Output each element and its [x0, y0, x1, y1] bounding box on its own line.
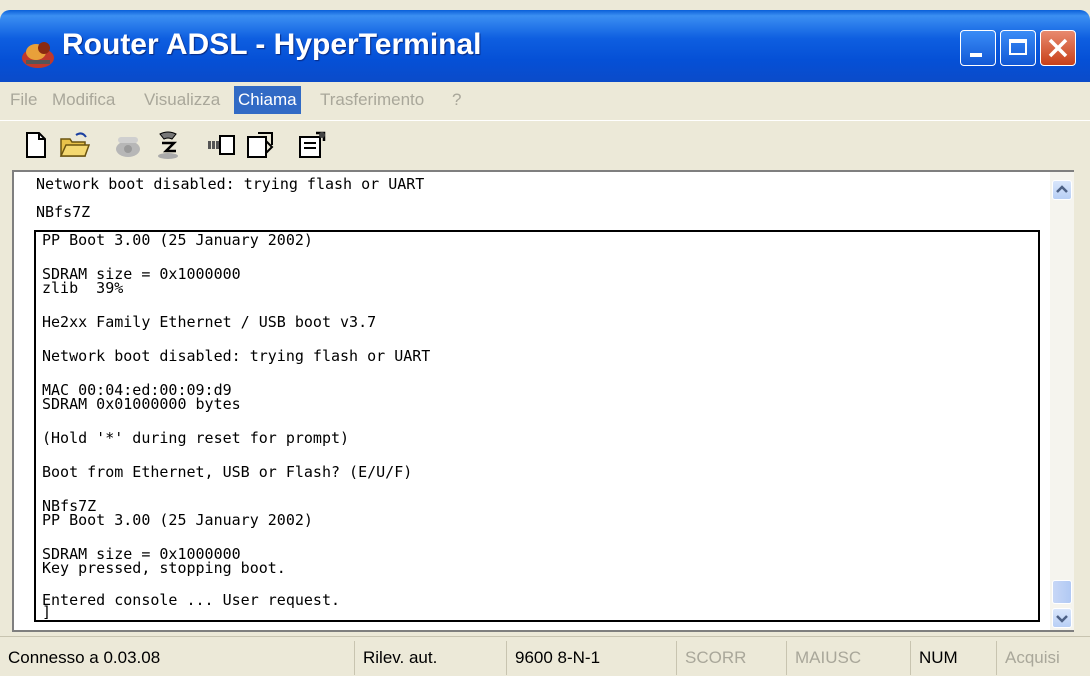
console-line: (Hold '*' during reset for prompt)	[42, 429, 350, 447]
status-scroll: SCORR	[676, 641, 786, 675]
hyperterminal-app-icon[interactable]	[18, 34, 58, 74]
call-phone-icon[interactable]	[112, 129, 144, 161]
receive-icon[interactable]	[244, 129, 276, 161]
minimize-icon	[970, 53, 982, 57]
send-icon[interactable]	[206, 129, 238, 161]
hyperterminal-window: Router ADSL - HyperTerminal File Modific…	[0, 0, 1090, 676]
menu-bar: File Modifica Visualizza Chiama Trasferi…	[0, 82, 1090, 118]
menu-visualizza[interactable]: Visualizza	[140, 86, 224, 114]
vertical-scrollbar[interactable]	[1050, 172, 1074, 630]
status-bar: Connesso a 0.03.08 Rilev. aut. 9600 8-N-…	[0, 636, 1090, 676]
console-line: Entered console ... User request.	[42, 591, 341, 609]
menu-trasferimento[interactable]: Trasferimento	[316, 86, 428, 114]
menu-modifica[interactable]: Modifica	[48, 86, 119, 114]
console-line: He2xx Family Ethernet / USB boot v3.7	[42, 313, 377, 331]
status-connection: Connesso a 0.03.08	[8, 648, 161, 667]
menu-chiama[interactable]: Chiama	[234, 86, 301, 114]
minimize-button[interactable]	[960, 30, 996, 66]
properties-icon[interactable]	[296, 129, 328, 161]
scroll-down-button[interactable]	[1052, 608, 1072, 628]
menu-help[interactable]: ?	[448, 86, 465, 114]
terminal-line: Network boot disabled: trying flash or U…	[36, 175, 425, 193]
close-icon	[1048, 38, 1068, 58]
status-caps: MAIUSC	[786, 641, 910, 675]
scroll-up-button[interactable]	[1052, 180, 1072, 200]
disconnect-icon[interactable]	[152, 129, 184, 161]
terminal-view[interactable]: Network boot disabled: trying flash or U…	[12, 170, 1074, 632]
status-capture: Acquisi	[996, 641, 1090, 675]
console-line: zlib 39%	[42, 279, 124, 297]
status-port-settings: 9600 8-N-1	[506, 641, 676, 675]
console-line: PP Boot 3.00 (25 January 2002)	[42, 231, 313, 249]
maximize-icon	[1009, 39, 1027, 55]
status-detect: Rilev. aut.	[354, 641, 506, 675]
console-line: SDRAM 0x01000000 bytes	[42, 395, 241, 413]
terminal-line: NBfs7Z	[36, 203, 91, 221]
console-line: Boot from Ethernet, USB or Flash? (E/U/F…	[42, 463, 413, 481]
chevron-up-icon	[1056, 185, 1068, 193]
terminal-console-screen[interactable]: PP Boot 3.00 (25 January 2002) SDRAM siz…	[34, 230, 1040, 622]
status-num: NUM	[910, 641, 996, 675]
new-document-icon[interactable]	[20, 129, 52, 161]
console-line: Network boot disabled: trying flash or U…	[42, 347, 431, 365]
chevron-down-icon	[1056, 615, 1068, 623]
open-folder-icon[interactable]	[58, 129, 90, 161]
console-line: ]	[42, 603, 52, 621]
toolbar	[0, 120, 1090, 171]
title-bar[interactable]: Router ADSL - HyperTerminal	[0, 10, 1090, 82]
scroll-thumb[interactable]	[1052, 580, 1072, 604]
window-title: Router ADSL - HyperTerminal	[62, 28, 482, 61]
menu-file[interactable]: File	[6, 86, 41, 114]
maximize-button[interactable]	[1000, 30, 1036, 66]
console-line: PP Boot 3.00 (25 January 2002)	[42, 511, 313, 529]
close-button[interactable]	[1040, 30, 1076, 66]
console-line: Key pressed, stopping boot.	[42, 559, 286, 577]
